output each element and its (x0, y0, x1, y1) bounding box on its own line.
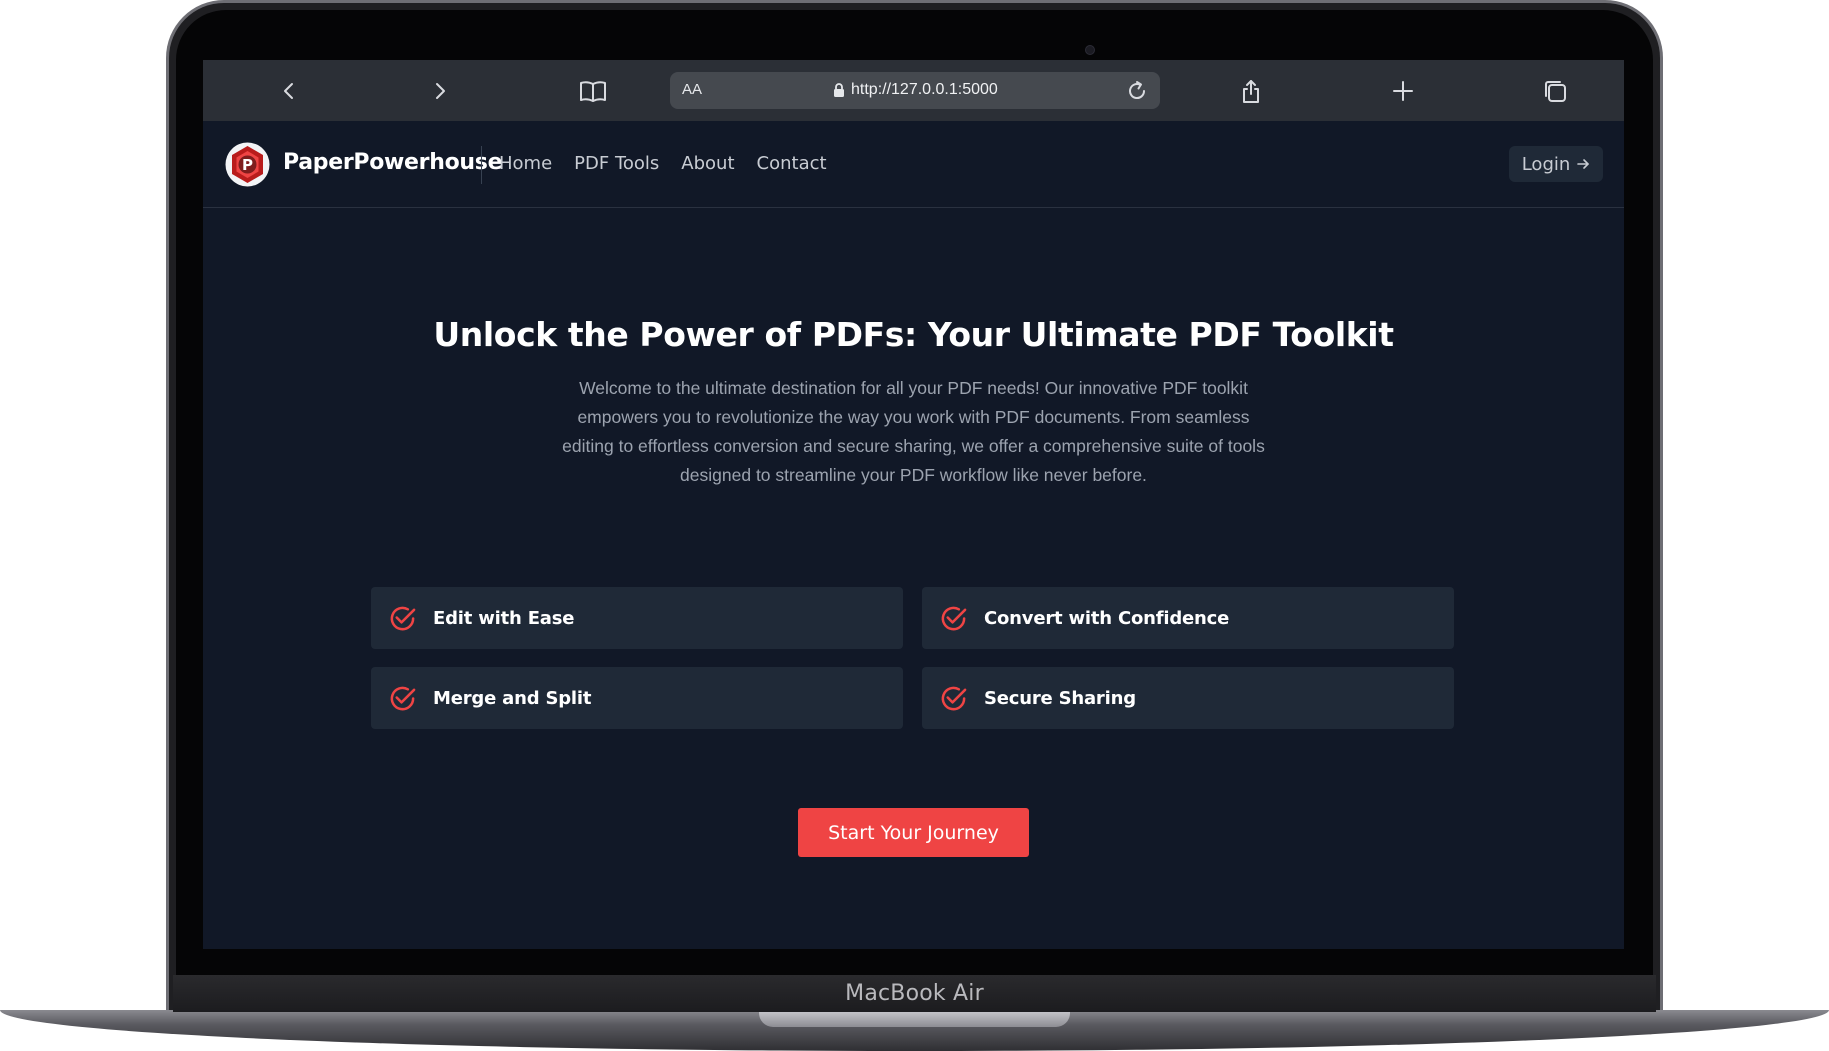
hero-title: Unlock the Power of PDFs: Your Ultimate … (433, 315, 1394, 354)
text-size-button[interactable]: AA (682, 81, 702, 98)
forward-icon[interactable] (422, 73, 458, 109)
device-label: MacBook Air (845, 981, 984, 1006)
feature-label: Edit with Ease (433, 607, 575, 629)
login-label: Login (1521, 153, 1571, 175)
brand-logo-icon[interactable]: P (225, 142, 270, 187)
check-circle-icon (941, 606, 967, 630)
url-text[interactable]: http://127.0.0.1:5000 (851, 81, 998, 99)
back-icon[interactable] (271, 73, 307, 109)
check-circle-icon (941, 686, 967, 710)
hero-description: Welcome to the ultimate destination for … (562, 378, 1265, 485)
tabs-icon[interactable] (1537, 73, 1573, 109)
laptop-notch (759, 1010, 1070, 1027)
nav-links: Home PDF Tools About Contact (499, 153, 827, 174)
feature-card-edit: Edit with Ease (371, 587, 903, 649)
nav-link-contact[interactable]: Contact (757, 153, 827, 174)
new-tab-icon[interactable] (1385, 73, 1421, 109)
feature-card-secure: Secure Sharing (922, 667, 1454, 729)
login-button[interactable]: Login (1509, 146, 1603, 182)
reload-icon[interactable] (1125, 79, 1149, 103)
check-circle-icon (390, 606, 416, 630)
svg-text:P: P (242, 156, 253, 174)
laptop-chin: MacBook Air (173, 975, 1656, 1012)
nav-link-pdf-tools[interactable]: PDF Tools (574, 153, 659, 174)
feature-card-merge: Merge and Split (371, 667, 903, 729)
brand-name[interactable]: PaperPowerhouse (283, 150, 502, 175)
address-bar[interactable]: AA http://127.0.0.1:5000 (670, 72, 1160, 109)
nav-divider (481, 146, 482, 184)
feature-card-convert: Convert with Confidence (922, 587, 1454, 649)
screen: AA http://127.0.0.1:5000 P PaperPowerhou… (203, 60, 1624, 949)
lock-icon (834, 83, 844, 97)
site-navbar: P PaperPowerhouse Home PDF Tools About C… (203, 121, 1624, 208)
bookmarks-icon[interactable] (575, 73, 611, 109)
feature-label: Merge and Split (433, 687, 592, 709)
start-journey-button[interactable]: Start Your Journey (798, 808, 1029, 857)
browser-toolbar: AA http://127.0.0.1:5000 (203, 60, 1624, 121)
nav-link-home[interactable]: Home (499, 153, 552, 174)
nav-link-about[interactable]: About (681, 153, 734, 174)
camera-icon (1085, 45, 1095, 55)
share-icon[interactable] (1233, 73, 1269, 109)
check-circle-icon (390, 686, 416, 710)
arrow-right-icon (1577, 159, 1590, 169)
feature-label: Secure Sharing (984, 687, 1136, 709)
feature-label: Convert with Confidence (984, 607, 1230, 629)
